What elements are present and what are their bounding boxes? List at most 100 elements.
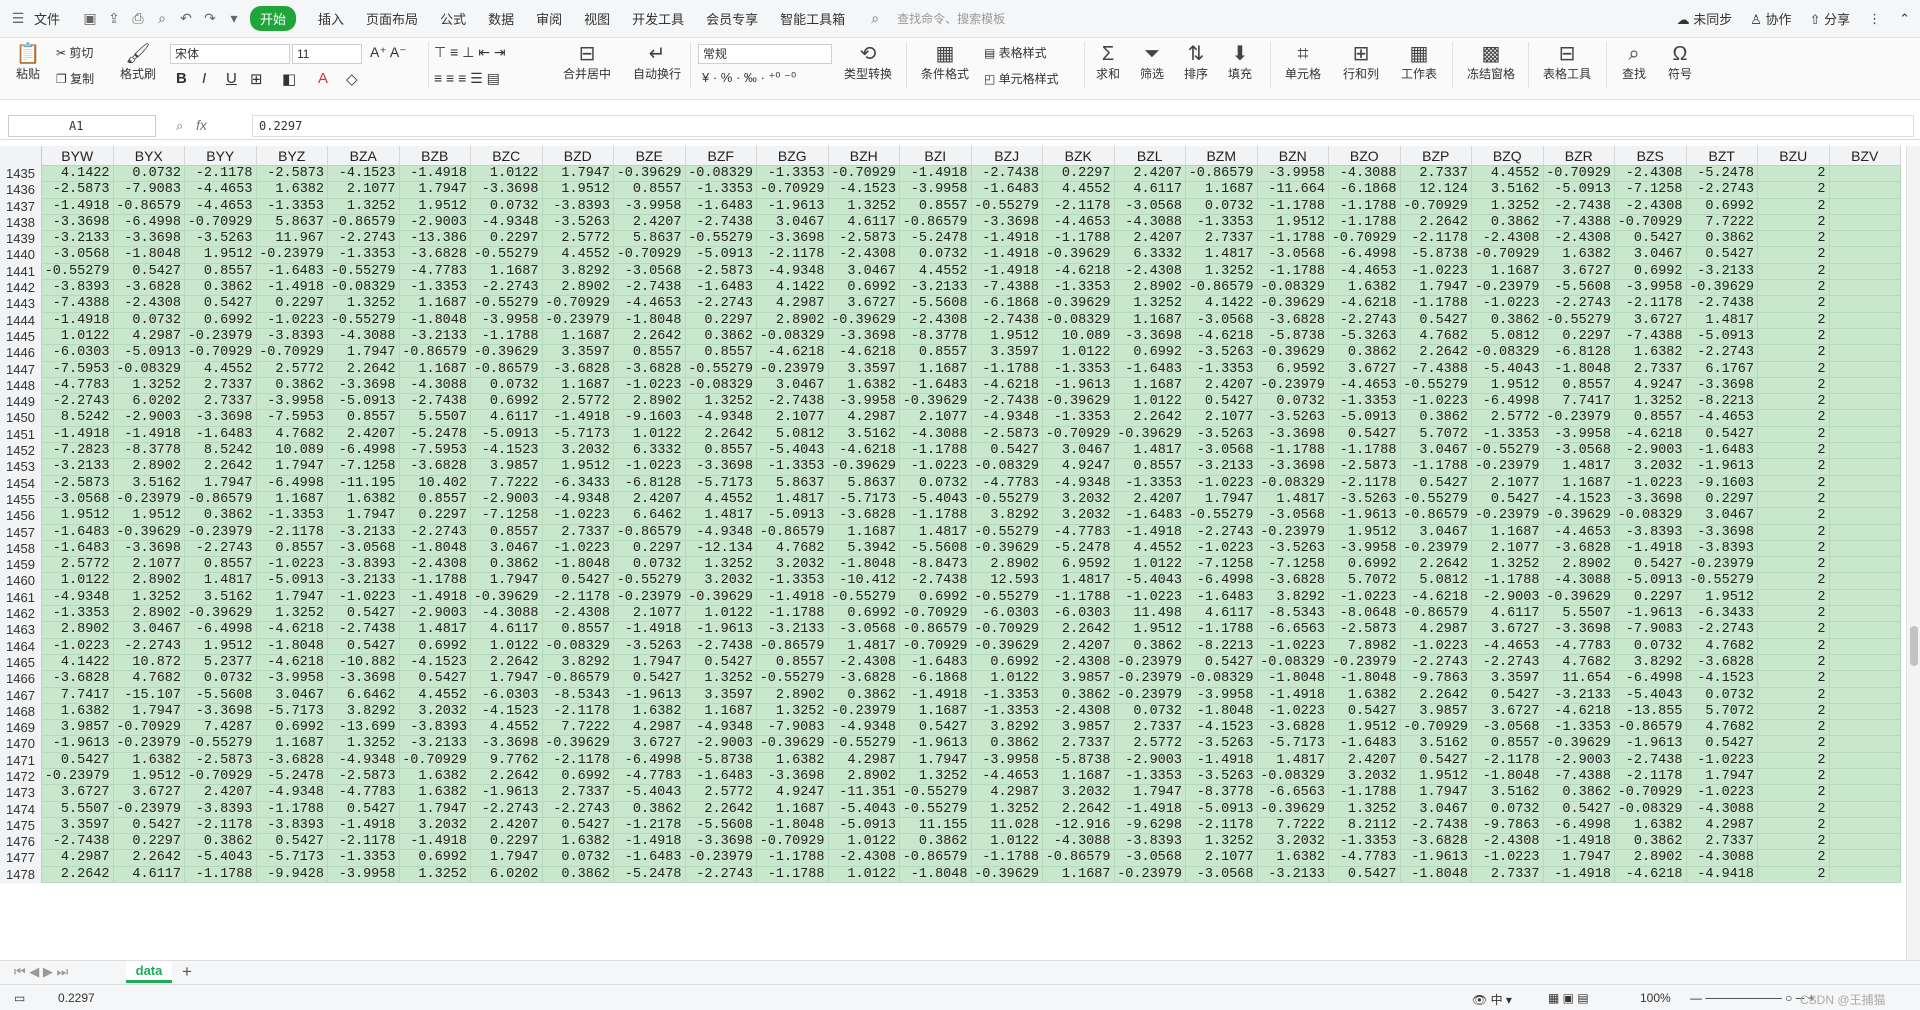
cell[interactable]: 2 [1758, 606, 1830, 623]
cell[interactable]: 5.0812 [757, 426, 829, 444]
cell[interactable]: -2.4308 [1043, 654, 1115, 672]
share-button[interactable]: ⇧ 分享 [1810, 9, 1851, 28]
cell[interactable]: 2 [1758, 540, 1830, 558]
row-header[interactable]: 1466 [0, 671, 42, 688]
cell[interactable]: -3.5263 [185, 231, 257, 248]
cell[interactable] [1829, 280, 1901, 297]
cell[interactable]: -0.39629 [1543, 589, 1615, 607]
cell[interactable]: -4.3088 [900, 426, 972, 444]
cell[interactable]: 3.3597 [42, 817, 114, 835]
cell[interactable]: -3.0568 [1186, 443, 1258, 460]
cell[interactable]: -1.8048 [828, 557, 900, 574]
zoom-formula-icon[interactable]: ⌕ [176, 118, 183, 134]
cell[interactable]: 3.2032 [1329, 768, 1401, 786]
cell[interactable]: -2.7438 [971, 166, 1043, 183]
cell[interactable]: -1.4918 [1543, 866, 1615, 884]
cell[interactable]: -3.8393 [399, 720, 471, 737]
cell[interactable]: -3.0568 [1257, 508, 1329, 525]
cell[interactable]: -3.3698 [757, 768, 829, 786]
name-box[interactable]: A1 [8, 115, 156, 137]
cell[interactable]: 0.3862 [1114, 638, 1186, 655]
cell[interactable]: -1.1788 [1472, 573, 1544, 590]
cell[interactable]: -1.3353 [256, 198, 328, 215]
cell[interactable]: 0.6992 [828, 280, 900, 297]
cell[interactable]: -4.4653 [185, 198, 257, 215]
cell[interactable]: 2 [1758, 703, 1830, 721]
cell[interactable]: -3.9958 [256, 671, 328, 688]
cell[interactable]: -3.6828 [542, 361, 614, 378]
cell[interactable]: 4.4552 [1472, 166, 1544, 183]
cell[interactable]: -0.86579 [185, 491, 257, 509]
cell[interactable]: -4.4653 [185, 182, 257, 199]
cell[interactable] [1829, 524, 1901, 541]
tab-formula[interactable]: 公式 [440, 9, 466, 28]
cell[interactable]: -1.1788 [1400, 459, 1472, 476]
cell[interactable]: 4.2987 [113, 328, 185, 346]
cell[interactable]: -7.1258 [1186, 557, 1258, 574]
cell[interactable]: 2.5772 [542, 394, 614, 411]
cell[interactable]: 3.6727 [1472, 703, 1544, 721]
cell[interactable]: 2.8902 [1543, 557, 1615, 574]
cell[interactable]: -8.3778 [900, 328, 972, 346]
cell[interactable]: -0.55279 [1400, 377, 1472, 395]
cell[interactable]: -5.7173 [256, 703, 328, 721]
cell[interactable]: -0.08329 [1472, 345, 1544, 362]
column-header[interactable]: BZK [1043, 146, 1115, 166]
cell[interactable]: -7.2823 [42, 443, 114, 460]
fill-button[interactable]: ⬇ 填充 [1222, 42, 1258, 82]
cell[interactable]: -3.5263 [1186, 345, 1258, 362]
layout-icons[interactable]: ▦ ▣ ▤ [1548, 991, 1589, 1005]
cell[interactable]: 0.0732 [185, 671, 257, 688]
cell[interactable]: -1.0223 [1186, 540, 1258, 558]
cell[interactable]: 0.5427 [42, 752, 114, 769]
tab-insert[interactable]: 插入 [318, 9, 344, 28]
cell[interactable]: -3.2133 [757, 622, 829, 639]
cell[interactable]: -4.9348 [685, 524, 757, 541]
row-header[interactable]: 1469 [0, 720, 42, 737]
cell[interactable]: 2.7337 [542, 524, 614, 541]
cell[interactable]: 1.9512 [113, 768, 185, 786]
paste-button[interactable]: 📋 粘贴 [12, 42, 44, 82]
cell[interactable]: -6.4998 [1543, 817, 1615, 835]
cell[interactable]: -5.4043 [828, 801, 900, 818]
cell[interactable]: -3.9958 [1257, 166, 1329, 183]
cell[interactable]: 6.0202 [113, 394, 185, 411]
cell[interactable]: -5.2478 [614, 866, 686, 884]
fill-color-icon[interactable]: ◧ [282, 70, 296, 88]
cell[interactable]: 3.9857 [1043, 671, 1115, 688]
cell[interactable]: -6.0303 [42, 345, 114, 362]
cell[interactable]: 2.4207 [614, 214, 686, 232]
cell[interactable]: -1.4918 [42, 426, 114, 444]
cell[interactable]: -1.8048 [113, 247, 185, 264]
cell[interactable]: 3.0467 [1615, 247, 1687, 264]
column-header[interactable]: BZF [686, 146, 757, 166]
column-header[interactable]: BYW [42, 146, 114, 166]
cell[interactable]: 6.3332 [614, 443, 686, 460]
cell[interactable]: -4.6218 [1329, 296, 1401, 313]
cell[interactable]: -10.412 [828, 573, 900, 590]
cell[interactable]: -3.2133 [42, 459, 114, 476]
cell[interactable]: 0.5427 [328, 638, 400, 655]
cell[interactable]: 0.5427 [1400, 312, 1472, 329]
cell[interactable]: 10.402 [399, 475, 471, 492]
cell[interactable]: -1.0223 [1400, 638, 1472, 655]
cell[interactable]: -3.3698 [1615, 491, 1687, 509]
cell[interactable]: -1.4918 [614, 622, 686, 639]
cell[interactable]: -6.0303 [471, 687, 543, 704]
cell[interactable]: -9.7863 [1472, 817, 1544, 835]
cell[interactable]: -0.39629 [900, 394, 972, 411]
undo-icon[interactable]: ↶ [178, 10, 194, 27]
cell[interactable]: 8.5242 [42, 410, 114, 427]
cell[interactable]: -4.6218 [1400, 589, 1472, 607]
cell[interactable]: -2.2743 [1186, 524, 1258, 541]
cell[interactable]: -3.9958 [256, 394, 328, 411]
cell[interactable]: -8.5343 [542, 687, 614, 704]
cell[interactable]: -0.39629 [471, 589, 543, 607]
row-header[interactable]: 1445 [0, 328, 42, 346]
cell[interactable]: -2.1178 [542, 752, 614, 769]
cell[interactable]: 7.7222 [1257, 817, 1329, 835]
cell[interactable]: 2.8902 [1615, 850, 1687, 867]
cell[interactable]: -4.9348 [685, 410, 757, 427]
cell[interactable]: 1.7947 [256, 589, 328, 607]
cell[interactable]: -3.0568 [1257, 247, 1329, 264]
